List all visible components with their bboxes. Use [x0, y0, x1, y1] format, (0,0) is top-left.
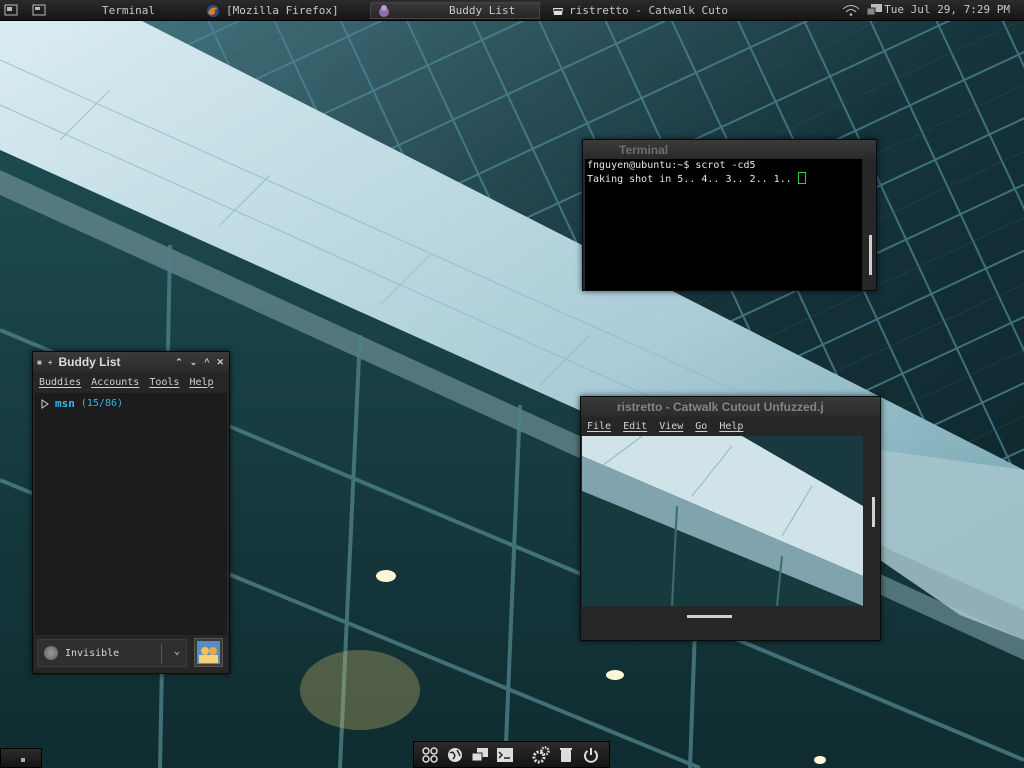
chevron-down-icon[interactable]: ⌄: [174, 646, 180, 657]
status-divider: [161, 644, 162, 664]
window-title: Buddy List: [58, 355, 121, 369]
launcher-windows[interactable]: [468, 743, 492, 767]
task-buddy-list[interactable]: Buddy List: [370, 2, 540, 19]
menu-file[interactable]: File: [587, 421, 611, 432]
group-count: (15/86): [80, 398, 124, 409]
task-label: ristretto - Catwalk Cutou...: [569, 4, 729, 17]
workspace-icon: [32, 4, 46, 16]
avatar-icon: [197, 641, 220, 664]
status-label: Invisible: [65, 647, 120, 659]
close-icon[interactable]: ✕: [216, 357, 224, 368]
show-desktop-button[interactable]: [3, 3, 19, 17]
desktop-icon: [4, 4, 18, 16]
terminal-line: fnguyen@ubuntu:~$ scrot -cd5: [587, 160, 756, 171]
power-icon: [584, 747, 598, 763]
window-menu-icon[interactable]: ■: [37, 358, 42, 367]
buddy-menubar: Buddies Accounts Tools Help: [33, 372, 229, 392]
wifi-icon: [842, 5, 860, 16]
menu-view[interactable]: View: [659, 421, 683, 432]
ristretto-titlebar[interactable]: ristretto - Catwalk Cutout Unfuzzed.j: [581, 397, 880, 417]
ristretto-icon: [553, 7, 563, 15]
launcher-browser[interactable]: [443, 743, 467, 767]
buddy-list-titlebar[interactable]: ■ + Buddy List ⌃ ⌄ ^ ✕: [33, 352, 229, 372]
image-vscrollbar[interactable]: [872, 497, 875, 527]
menu-go[interactable]: Go: [695, 421, 707, 432]
monitor-icon: [866, 4, 882, 16]
terminal-scrollbar[interactable]: [869, 235, 872, 275]
task-terminal[interactable]: Terminal: [96, 2, 196, 19]
settings-icon: [532, 745, 550, 763]
maximize-icon[interactable]: ^: [204, 357, 209, 368]
buddy-list-window[interactable]: ■ + Buddy List ⌃ ⌄ ^ ✕ Buddies Accounts …: [32, 351, 230, 674]
task-label: Terminal: [102, 4, 155, 17]
menu-buddies[interactable]: Buddies: [39, 377, 81, 388]
pidgin-icon: [379, 4, 389, 17]
image-viewport[interactable]: [582, 436, 863, 606]
firefox-icon: [207, 4, 219, 17]
buddy-icon-button[interactable]: [194, 638, 223, 667]
bottom-left-panel-button[interactable]: [0, 748, 42, 768]
launcher-terminal[interactable]: [493, 743, 517, 767]
sticky-icon[interactable]: +: [48, 358, 53, 367]
buddy-tree[interactable]: msn (15/86): [35, 393, 227, 635]
group-name: msn: [55, 397, 75, 410]
task-ristretto[interactable]: ristretto - Catwalk Cutou...: [545, 2, 735, 19]
terminal-icon: [497, 747, 513, 762]
minimize-icon[interactable]: ⌄: [190, 357, 198, 368]
terminal-window[interactable]: Terminal fnguyen@ubuntu:~$ scrot -cd5 Ta…: [582, 139, 877, 291]
shade-icon[interactable]: ⌃: [175, 357, 183, 368]
task-label: Buddy List: [449, 4, 516, 17]
menu-help[interactable]: Help: [719, 421, 743, 432]
apps-icon: [422, 746, 438, 763]
expander-icon[interactable]: [41, 398, 49, 409]
terminal-cursor: [797, 172, 806, 184]
menu-tools[interactable]: Tools: [149, 377, 179, 388]
task-label: [Mozilla Firefox]: [226, 4, 339, 17]
launcher-panel: [413, 741, 610, 768]
top-panel: Terminal [Mozilla Firefox] Buddy List ri…: [0, 0, 1024, 21]
window-title: ristretto - Catwalk Cutout Unfuzzed.j: [617, 400, 824, 414]
launcher-settings[interactable]: [529, 743, 553, 767]
ristretto-window[interactable]: ristretto - Catwalk Cutout Unfuzzed.j Fi…: [580, 396, 881, 641]
panel-clock[interactable]: Tue Jul 29, 7:29 PM: [884, 3, 1010, 16]
trash-icon: [560, 747, 572, 762]
launcher-trash[interactable]: [554, 743, 578, 767]
image-hscrollbar[interactable]: [687, 615, 732, 618]
launcher-apps[interactable]: [418, 743, 442, 767]
display-indicator[interactable]: [866, 3, 884, 17]
launcher-power[interactable]: [579, 743, 603, 767]
status-selector[interactable]: Invisible ⌄: [37, 639, 187, 667]
workspace-switcher[interactable]: [31, 3, 47, 17]
ristretto-menubar: File Edit View Go Help: [581, 417, 880, 436]
terminal-titlebar[interactable]: Terminal: [583, 140, 876, 159]
windows-icon: [471, 747, 488, 761]
window-title: Terminal: [619, 142, 669, 157]
terminal-output[interactable]: fnguyen@ubuntu:~$ scrot -cd5 Taking shot…: [585, 159, 862, 290]
terminal-line: Taking shot in 5.. 4.. 3.. 2.. 1..: [587, 174, 798, 185]
group-row-msn[interactable]: msn (15/86): [35, 393, 227, 414]
network-indicator[interactable]: [842, 3, 860, 17]
status-icon: [44, 646, 58, 660]
menu-help[interactable]: Help: [189, 377, 213, 388]
globe-icon: [448, 747, 462, 762]
task-firefox[interactable]: [Mozilla Firefox]: [200, 2, 360, 19]
menu-accounts[interactable]: Accounts: [91, 377, 139, 388]
image-preview: [582, 436, 863, 606]
menu-edit[interactable]: Edit: [623, 421, 647, 432]
